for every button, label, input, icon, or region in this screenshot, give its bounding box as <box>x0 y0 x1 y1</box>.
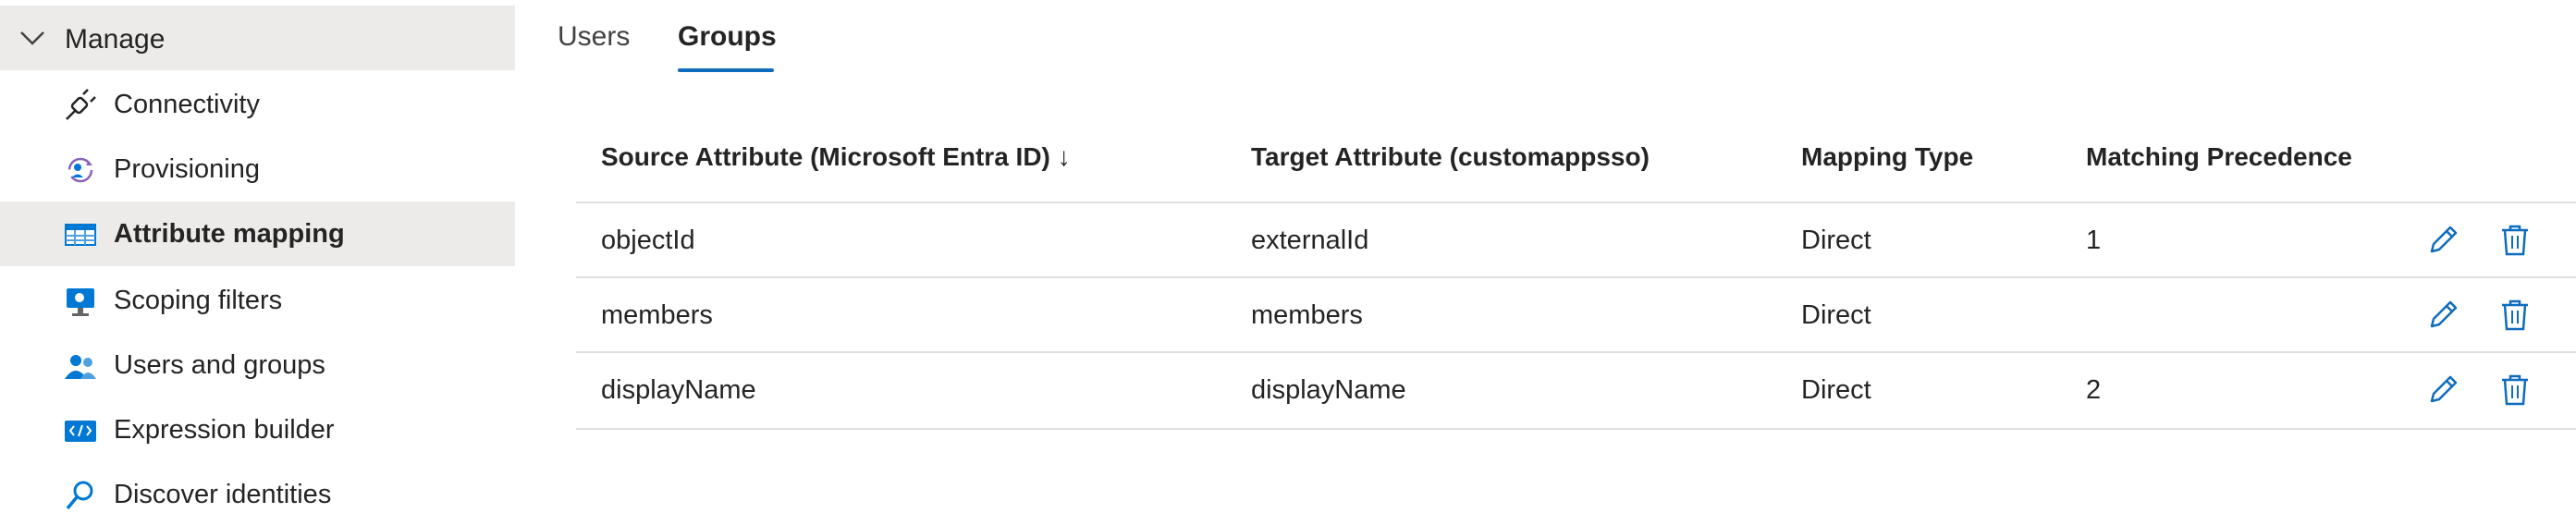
sidebar-item-discover-identities[interactable]: Discover identities <box>0 464 515 525</box>
sidebar-item-provisioning[interactable]: Provisioning <box>0 139 515 200</box>
target-attribute-cell: displayName <box>1251 375 1406 405</box>
table-row[interactable]: displayName displayName Direct 2 <box>576 351 2576 430</box>
sidebar-item-expression-builder[interactable]: Expression builder <box>0 399 515 460</box>
column-header-mapping-type[interactable]: Mapping Type <box>1801 140 1973 174</box>
mapping-type-cell: Direct <box>1801 226 1871 255</box>
source-attribute-cell: objectId <box>601 226 695 255</box>
provisioning-icon <box>67 157 93 183</box>
sidebar-item-label: Expression builder <box>114 415 335 445</box>
sidebar-item-label: Scoping filters <box>114 286 283 315</box>
edit-icon[interactable] <box>2424 297 2461 334</box>
column-header-matching-precedence[interactable]: Matching Precedence <box>2086 140 2352 174</box>
tab-groups[interactable]: Groups <box>678 18 777 55</box>
sidebar-item-attribute-mapping[interactable]: Attribute mapping <box>0 201 515 266</box>
column-header-target-attribute[interactable]: Target Attribute (customappsso) <box>1251 140 1650 174</box>
sidebar-item-connectivity[interactable]: Connectivity <box>0 74 515 135</box>
edit-icon[interactable] <box>2424 372 2461 409</box>
matching-precedence-cell: 1 <box>2086 226 2102 255</box>
sidebar-item-users-and-groups[interactable]: Users and groups <box>0 335 515 396</box>
delete-icon[interactable] <box>2496 297 2533 334</box>
manage-section-header[interactable]: Manage <box>0 6 515 70</box>
sidebar-item-scoping-filters[interactable]: Scoping filters <box>0 270 515 331</box>
code-icon <box>65 421 96 442</box>
edit-icon[interactable] <box>2424 222 2461 259</box>
table-row[interactable]: members members Direct <box>576 276 2576 353</box>
target-attribute-cell: externalId <box>1251 226 1369 255</box>
source-attribute-cell: members <box>601 300 713 330</box>
monitor-icon <box>67 288 94 316</box>
target-attribute-cell: members <box>1251 300 1363 330</box>
manage-section-label: Manage <box>65 24 166 55</box>
table-icon <box>65 224 96 246</box>
search-icon <box>66 481 93 510</box>
delete-icon[interactable] <box>2496 222 2533 259</box>
sidebar-item-label: Discover identities <box>114 480 332 509</box>
column-header-source-attribute[interactable]: Source Attribute (Microsoft Entra ID) ↓ <box>601 140 1071 174</box>
tab-users[interactable]: Users <box>558 18 630 55</box>
table-row[interactable]: objectId externalId Direct 1 <box>576 201 2576 278</box>
mapping-type-cell: Direct <box>1801 300 1871 330</box>
users-icon <box>65 355 96 379</box>
sidebar-item-label: Attribute mapping <box>114 219 345 249</box>
delete-icon[interactable] <box>2496 372 2533 409</box>
source-attribute-cell: displayName <box>601 375 756 405</box>
sidebar: Manage Connectivity Provisioning Attribu… <box>0 0 515 519</box>
sidebar-item-label: Provisioning <box>114 154 260 184</box>
chevron-down-icon <box>20 31 44 45</box>
sidebar-item-label: Users and groups <box>114 350 325 380</box>
plug-icon <box>66 89 96 120</box>
matching-precedence-cell: 2 <box>2086 375 2102 405</box>
sidebar-item-label: Connectivity <box>114 90 260 119</box>
mapping-type-cell: Direct <box>1801 375 1871 405</box>
active-tab-indicator <box>678 68 774 72</box>
